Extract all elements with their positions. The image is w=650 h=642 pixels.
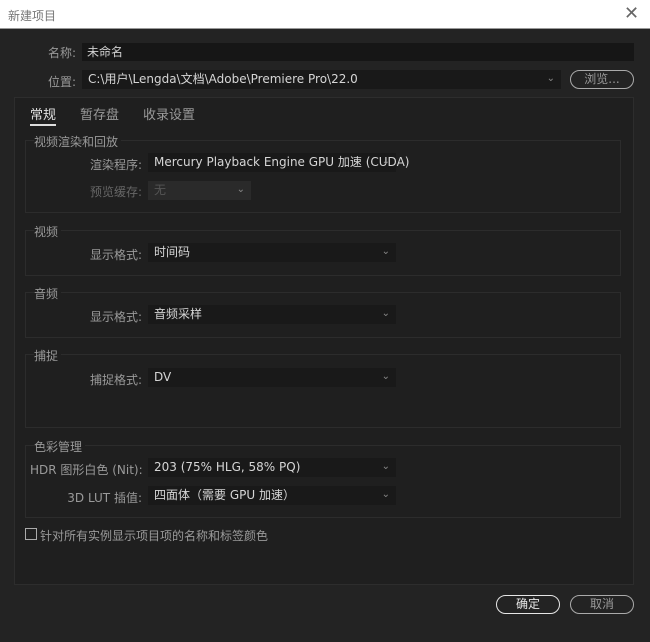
close-icon[interactable]: ✕: [624, 3, 639, 24]
tab-ingest-settings[interactable]: 收录设置: [143, 104, 195, 123]
group-title: 捕捉: [34, 347, 62, 364]
group-capture: [25, 354, 621, 428]
group-title: 视频: [34, 223, 62, 240]
hdr-dropdown[interactable]: 203 (75% HLG, 58% PQ) ⌄: [148, 458, 396, 477]
hdr-value: 203 (75% HLG, 58% PQ): [154, 460, 301, 474]
tab-scratch-disks[interactable]: 暂存盘: [80, 104, 119, 123]
audio-format-dropdown[interactable]: 音频采样 ⌄: [148, 305, 396, 324]
location-label: 位置:: [47, 75, 76, 89]
chevron-down-icon: ⌄: [381, 308, 390, 319]
group-title: 音频: [34, 285, 62, 302]
video-format-label: 显示格式:: [89, 248, 142, 262]
chevron-down-icon: ⌄: [381, 489, 390, 500]
group-render: [25, 140, 621, 213]
preview-value: 无: [154, 183, 167, 197]
title-bar: [0, 0, 650, 29]
renderer-dropdown[interactable]: Mercury Playback Engine GPU 加速 (CUDA) ⌄: [148, 153, 409, 172]
location-dropdown[interactable]: C:\用户\Lengda\文档\Adobe\Premiere Pro\22.0 ⌄: [82, 70, 561, 89]
chevron-down-icon: ⌄: [381, 371, 390, 382]
checkbox-label[interactable]: 针对所有实例显示项目项的名称和标签颜色: [40, 527, 268, 544]
capture-format-value: DV: [154, 370, 172, 384]
hdr-label: HDR 图形白色 (Nit):: [30, 463, 143, 477]
chevron-down-icon: ⌄: [381, 156, 390, 167]
capture-format-dropdown[interactable]: DV ⌄: [148, 368, 396, 387]
show-label-colors-checkbox[interactable]: [25, 528, 37, 540]
preview-dropdown: 无 ⌄: [148, 181, 251, 200]
browse-button[interactable]: 浏览...: [570, 70, 634, 89]
location-value: C:\用户\Lengda\文档\Adobe\Premiere Pro\22.0: [88, 72, 358, 86]
ok-button[interactable]: 确定: [496, 595, 560, 614]
chevron-down-icon: ⌄: [381, 246, 390, 257]
window-title: 新建项目: [8, 9, 57, 23]
lut-value: 四面体（需要 GPU 加速）: [154, 488, 295, 502]
tab-general[interactable]: 常规: [30, 104, 57, 126]
lut-label: 3D LUT 插值:: [67, 491, 142, 505]
name-label: 名称:: [47, 46, 76, 60]
renderer-label: 渲染程序:: [89, 158, 142, 172]
chevron-down-icon: ⌄: [546, 73, 555, 84]
preview-label: 预览缓存:: [89, 185, 142, 199]
audio-format-value: 音频采样: [154, 307, 203, 321]
lut-dropdown[interactable]: 四面体（需要 GPU 加速） ⌄: [148, 486, 396, 505]
group-title: 色彩管理: [34, 438, 86, 455]
video-format-value: 时间码: [154, 245, 191, 259]
renderer-value: Mercury Playback Engine GPU 加速 (CUDA): [154, 155, 410, 169]
group-color-management: [25, 445, 621, 518]
name-input[interactable]: 未命名: [82, 43, 634, 61]
video-format-dropdown[interactable]: 时间码 ⌄: [148, 243, 396, 262]
chevron-down-icon: ⌄: [236, 184, 245, 195]
audio-format-label: 显示格式:: [89, 310, 142, 324]
chevron-down-icon: ⌄: [381, 461, 390, 472]
capture-format-label: 捕捉格式:: [89, 373, 142, 387]
cancel-button[interactable]: 取消: [570, 595, 634, 614]
group-title: 视频渲染和回放: [34, 133, 122, 150]
